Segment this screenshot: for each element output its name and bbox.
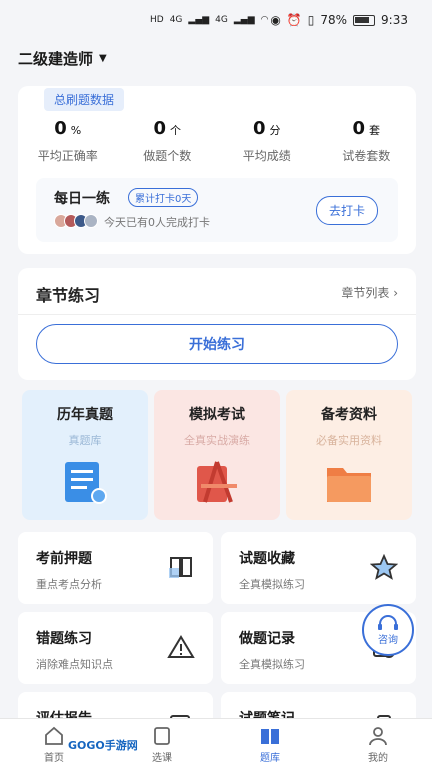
stat-count: 0个 做题个数 <box>118 118 218 164</box>
tile-title: 备考资料 <box>321 407 377 423</box>
stat-accuracy: 0% 平均正确率 <box>18 118 118 164</box>
avatar <box>84 214 98 228</box>
tab-label: 首页 <box>44 753 64 764</box>
tab-label: 选课 <box>152 753 172 764</box>
stat-unit: 套 <box>369 124 381 137</box>
stat-value: 0 <box>153 118 167 139</box>
grid-item-favorites[interactable]: 试题收藏 全真模拟练习 <box>221 532 416 604</box>
network-label-2: 4G <box>215 15 228 25</box>
stat-score: 0分 平均成绩 <box>217 118 317 164</box>
status-right: ◉ ⏰ ▯ 78% 9:33 <box>270 13 408 27</box>
network-label-1: 4G <box>169 15 183 25</box>
stats-tag: 总刷题数据 <box>44 88 125 111</box>
signal-icon-2: ▂▄▆ <box>233 15 255 25</box>
alarm-icon: ⏰ <box>286 13 302 27</box>
stat-label: 试卷套数 <box>342 149 391 163</box>
stat-unit: 个 <box>170 124 182 137</box>
chapter-list-link[interactable]: 章节列表 › <box>341 284 398 301</box>
tile-subtitle: 必备实用资料 <box>316 434 382 447</box>
wifi-icon: ◠ <box>260 15 269 25</box>
caret-down-icon: ▼ <box>99 53 107 64</box>
checkin-button[interactable]: 去打卡 <box>315 196 378 225</box>
battery-percent: 78% <box>320 13 348 27</box>
stat-papers: 0套 试卷套数 <box>317 118 417 164</box>
signal-icon: ▂▄▆ <box>188 15 210 25</box>
battery-icon <box>353 14 376 26</box>
hd-label: HD <box>150 15 164 25</box>
grid-item-mistakes[interactable]: 错题练习 消除难点知识点 <box>18 612 213 684</box>
tile-title: 模拟考试 <box>189 407 245 423</box>
tile-subtitle: 全真实战演练 <box>184 434 250 447</box>
exam-selector[interactable]: 二级建造师 ▼ <box>18 48 107 69</box>
tile-materials[interactable]: 备考资料 必备实用资料 <box>286 390 412 520</box>
open-book-icon <box>261 729 279 744</box>
warning-icon <box>167 635 195 658</box>
status-bar: HD 4G ▂▄▆ 4G ▂▄▆ ◠ ◉ ⏰ ▯ 78% 9:33 <box>0 0 432 40</box>
daily-practice: 每日一练 累计打卡0天 今天已有0人完成打卡 去打卡 <box>36 178 398 242</box>
folder-icon <box>327 468 371 502</box>
stat-unit: 分 <box>269 124 281 137</box>
stat-value: 0 <box>54 118 67 139</box>
tab-question-bank[interactable]: 题库 <box>216 719 324 768</box>
tab-label: 我的 <box>368 753 388 764</box>
streak-badge: 累计打卡0天 <box>128 188 199 207</box>
signal-indicators: HD 4G ▂▄▆ 4G ▂▄▆ ◠ <box>150 15 269 25</box>
avatar-group <box>54 214 98 228</box>
home-icon <box>45 726 63 745</box>
vibrate-icon: ▯ <box>307 13 315 27</box>
clock: 9:33 <box>381 13 408 27</box>
tab-profile[interactable]: 我的 <box>324 719 432 768</box>
course-icon <box>154 727 170 745</box>
stat-label: 平均正确率 <box>37 149 98 163</box>
consult-button[interactable]: 咨询 <box>362 604 414 656</box>
chapter-card: 章节练习 章节列表 › 开始练习 <box>18 268 416 380</box>
feature-tiles: 历年真题 真题库 模拟考试 全真实战演练 备考资料 必备实用资料 <box>22 390 412 520</box>
tab-label: 题库 <box>260 753 280 764</box>
tile-mock-exam[interactable]: 模拟考试 全真实战演练 <box>154 390 280 520</box>
tile-subtitle: 真题库 <box>68 434 102 447</box>
daily-title: 每日一练 <box>54 191 110 207</box>
stat-value: 0 <box>352 118 366 139</box>
chapter-title: 章节练习 <box>36 286 101 305</box>
consult-label: 咨询 <box>378 634 398 646</box>
grid-item-predict[interactable]: 考前押题 重点考点分析 <box>18 532 213 604</box>
divider <box>18 314 416 315</box>
stat-label: 做题个数 <box>143 149 192 163</box>
stat-value: 0 <box>252 118 266 139</box>
start-practice-button[interactable]: 开始练习 <box>36 324 398 364</box>
compass-ruler-icon <box>197 461 237 503</box>
star-icon <box>370 554 398 580</box>
tile-title: 历年真题 <box>57 407 113 423</box>
headset-icon <box>378 614 398 630</box>
stats-row: 0% 平均正确率 0个 做题个数 0分 平均成绩 0套 试卷套数 <box>18 118 416 164</box>
user-icon <box>369 727 387 746</box>
document-icon <box>65 462 107 504</box>
book-icon <box>169 557 192 578</box>
exam-title: 二级建造师 <box>18 50 94 68</box>
stat-label: 平均成绩 <box>242 149 291 163</box>
eye-icon: ◉ <box>270 13 281 27</box>
tile-past-exams[interactable]: 历年真题 真题库 <box>22 390 148 520</box>
stat-unit: % <box>70 124 82 137</box>
watermark-logo: GOGO手游网 <box>64 736 142 754</box>
daily-text: 今天已有0人完成打卡 <box>104 216 210 229</box>
stats-card: 总刷题数据 0% 平均正确率 0个 做题个数 0分 平均成绩 0套 试卷套数 每… <box>18 86 416 254</box>
